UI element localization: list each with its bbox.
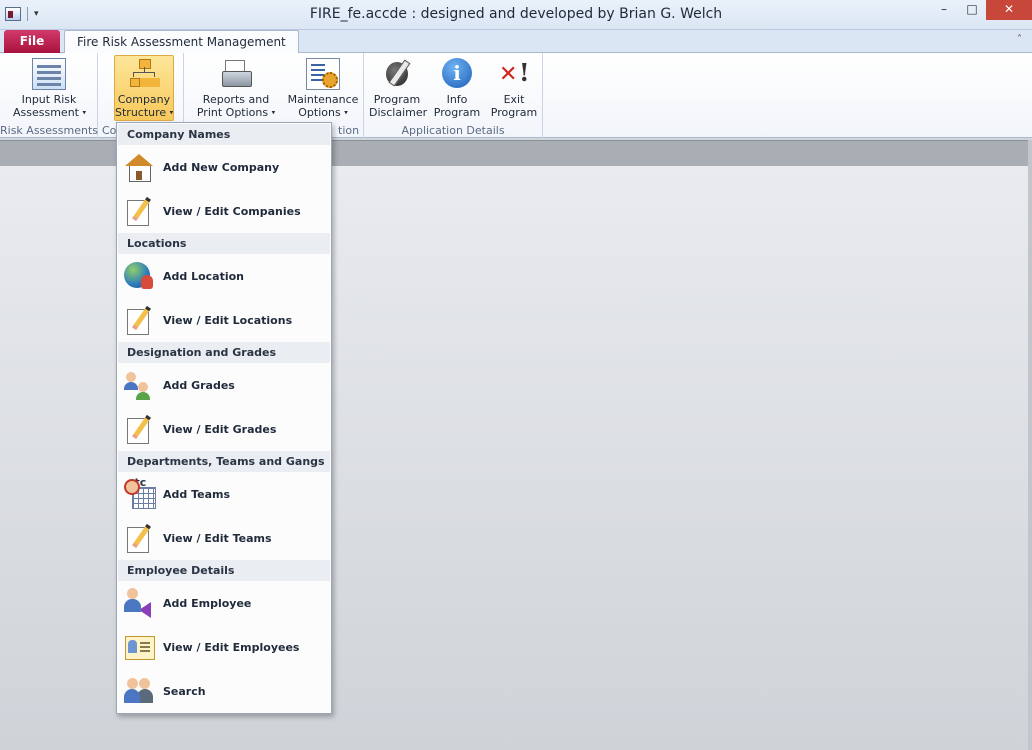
menu-item-view-edit-locations[interactable]: View / Edit Locations <box>118 298 330 342</box>
reports-and-print-options-button[interactable]: Reports and Print Options ▾ <box>194 55 278 121</box>
button-label-line1: Company <box>117 93 171 106</box>
button-label-line2: Disclaimer <box>369 106 428 119</box>
menu-item-label: Add Teams <box>163 487 231 501</box>
file-tab[interactable]: File <box>4 30 60 53</box>
menu-section-employee-details: Employee Details <box>118 560 330 581</box>
button-label-line2: Program <box>433 106 481 119</box>
menu-item-label: Search <box>163 684 206 698</box>
menu-item-add-location[interactable]: Add Location <box>118 254 330 298</box>
edit-icon <box>124 414 154 444</box>
info-icon <box>440 58 474 90</box>
edit-icon <box>124 305 154 335</box>
menu-item-label: View / Edit Employees <box>163 640 300 654</box>
menu-item-add-new-company[interactable]: Add New Company <box>118 145 330 189</box>
button-label-line2: Options <box>298 106 341 119</box>
calendar-team-icon <box>124 479 156 509</box>
minimize-button[interactable]: – <box>930 0 958 20</box>
pen-icon <box>380 58 414 90</box>
group-label: Application Details <box>401 124 505 137</box>
menu-item-add-employee[interactable]: Add Employee <box>118 581 330 625</box>
maximize-button[interactable]: □ <box>958 0 986 20</box>
title-bar: ▾ FIRE_fe.accde : designed and developed… <box>0 0 1032 30</box>
ribbon-tab-row: File Fire Risk Assessment Management ˄ <box>0 30 1032 54</box>
input-risk-assessment-button[interactable]: Input Risk Assessment ▾ <box>12 55 86 121</box>
dropdown-caret-icon: ▾ <box>344 108 348 117</box>
minimize-ribbon-icon[interactable]: ˄ <box>1017 34 1022 45</box>
button-label-line1: Reports and <box>202 93 270 106</box>
printer-icon <box>219 58 253 90</box>
menu-item-label: View / Edit Companies <box>163 204 301 218</box>
company-structure-menu: Company Names Add New Company View / Edi… <box>116 122 332 714</box>
button-label-line2: Program <box>490 106 538 119</box>
info-program-button[interactable]: InfoProgram <box>430 55 484 121</box>
button-label-line1: Maintenance <box>287 93 359 106</box>
maintenance-options-button[interactable]: Maintenance Options ▾ <box>284 55 362 121</box>
group-application-details: ProgramDisclaimer InfoProgram ExitProgra… <box>364 53 543 138</box>
button-label-line2: Assessment <box>13 106 79 119</box>
maintenance-icon <box>306 58 340 90</box>
menu-item-view-edit-teams[interactable]: View / Edit Teams <box>118 516 330 560</box>
menu-item-label: Add Employee <box>163 596 252 610</box>
menu-item-view-edit-grades[interactable]: View / Edit Grades <box>118 407 330 451</box>
exit-icon <box>497 58 531 90</box>
dropdown-caret-icon: ▾ <box>271 108 276 117</box>
button-label-line1: Exit <box>503 93 525 106</box>
window-controls: – □ ✕ <box>930 0 1032 20</box>
menu-item-add-teams[interactable]: Add Teams <box>118 472 330 516</box>
program-disclaimer-button[interactable]: Program Disclaimer <box>368 55 428 121</box>
button-label-line1: Info <box>446 93 468 106</box>
menu-item-label: Add New Company <box>163 160 280 174</box>
button-label-line2: Print Options <box>196 106 269 119</box>
edit-icon <box>124 196 154 226</box>
dropdown-caret-icon: ▾ <box>169 108 174 117</box>
button-label-line1: Program <box>373 93 421 106</box>
menu-section-company-names: Company Names <box>118 124 330 145</box>
id-card-icon <box>124 632 155 662</box>
button-label-line1: Input Risk <box>21 93 77 106</box>
menu-item-label: Add Location <box>163 269 245 283</box>
close-button[interactable]: ✕ <box>986 0 1032 20</box>
window-edge <box>1028 140 1032 750</box>
house-icon <box>124 152 154 182</box>
search-people-icon <box>124 676 154 706</box>
tab-fire-risk-assessment-management[interactable]: Fire Risk Assessment Management <box>64 30 299 54</box>
globe-user-icon <box>124 261 154 291</box>
window-title: FIRE_fe.accde : designed and developed b… <box>309 6 723 22</box>
org-chart-icon <box>127 58 161 90</box>
company-structure-button[interactable]: Company Structure ▾ <box>114 55 174 121</box>
dropdown-caret-icon: ▾ <box>82 108 86 117</box>
edit-icon <box>124 523 154 553</box>
menu-item-label: View / Edit Grades <box>163 422 277 436</box>
menu-section-locations: Locations <box>118 233 330 254</box>
group-risk-assessments: Input Risk Assessment ▾ Risk Assessments <box>0 53 98 138</box>
group-label: Risk Assessments <box>0 124 99 137</box>
form-icon <box>32 58 66 90</box>
people-icon <box>124 370 154 400</box>
menu-item-add-grades[interactable]: Add Grades <box>118 363 330 407</box>
button-label-line2: Structure <box>115 106 167 119</box>
menu-item-view-edit-companies[interactable]: View / Edit Companies <box>118 189 330 233</box>
menu-item-view-edit-employees[interactable]: View / Edit Employees <box>118 625 330 669</box>
menu-item-label: View / Edit Locations <box>163 313 293 327</box>
exit-program-button[interactable]: ExitProgram <box>488 55 540 121</box>
menu-item-label: Add Grades <box>163 378 235 392</box>
add-employee-icon <box>124 588 154 618</box>
menu-item-label: View / Edit Teams <box>163 531 272 545</box>
menu-item-search[interactable]: Search <box>118 669 330 713</box>
menu-section-designation-and-grades: Designation and Grades <box>118 342 330 363</box>
menu-section-departments-teams: Departments, Teams and Gangs etc <box>118 451 330 489</box>
